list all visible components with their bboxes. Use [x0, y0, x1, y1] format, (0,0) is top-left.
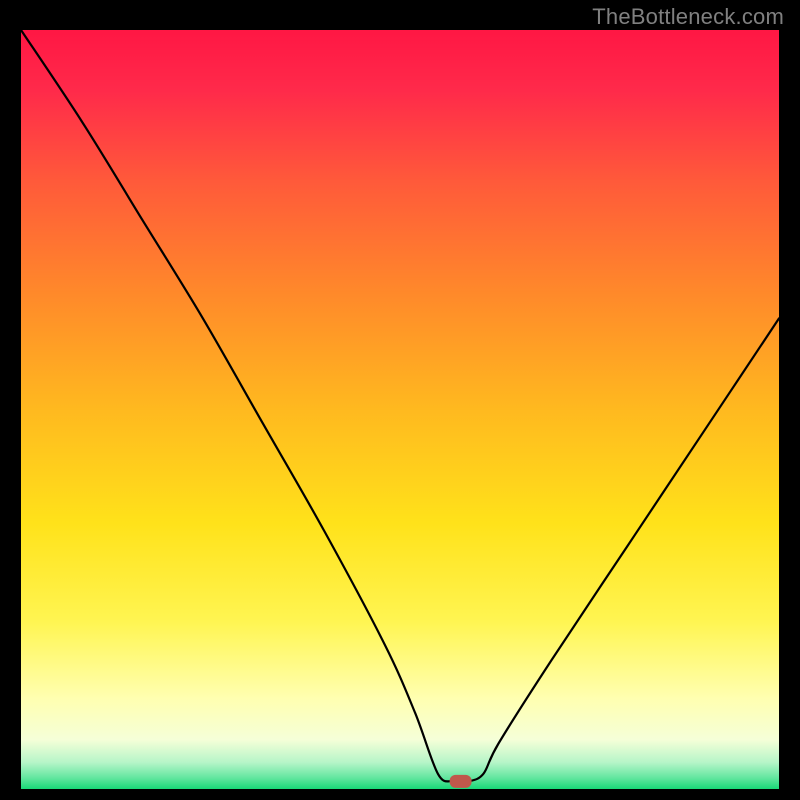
watermark-text: TheBottleneck.com — [592, 4, 784, 30]
bottleneck-chart — [21, 30, 779, 789]
optimum-marker — [450, 775, 472, 788]
chart-frame: TheBottleneck.com — [0, 0, 800, 800]
